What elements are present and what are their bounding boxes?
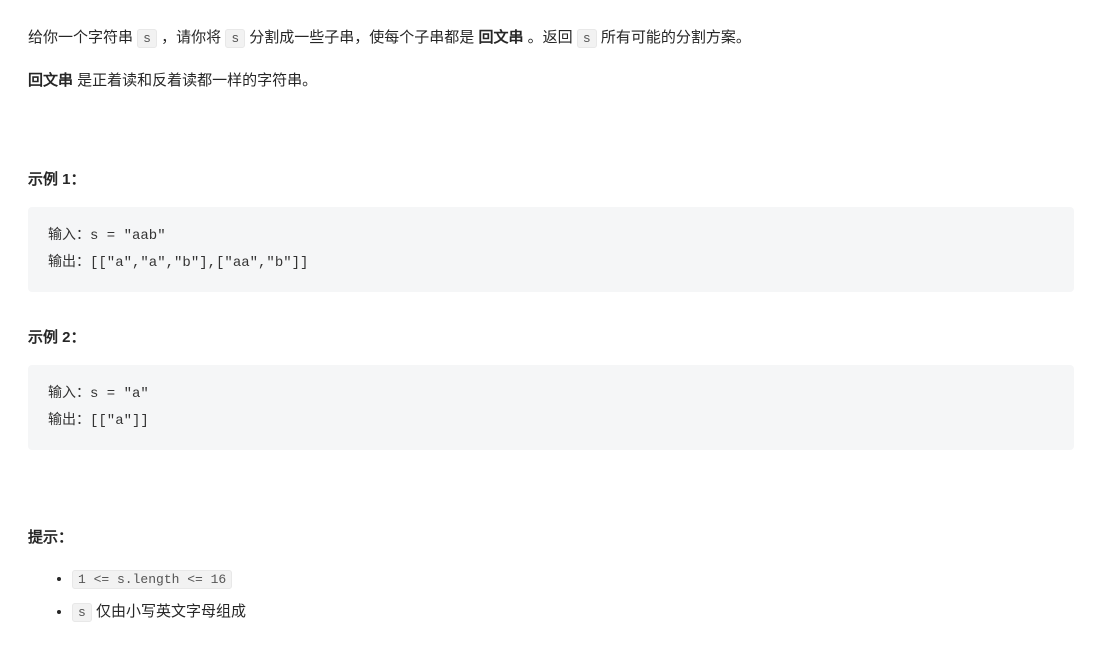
- intro-text-3: 分割成一些子串，使每个子串都是: [245, 29, 478, 46]
- definition-bold: 回文串: [28, 72, 73, 89]
- spacer: [28, 110, 1074, 134]
- constraint-tail: 仅由小写英文字母组成: [92, 603, 246, 620]
- constraint-code: s: [72, 603, 92, 622]
- example-2-heading: 示例 2：: [28, 324, 1074, 351]
- constraint-item: s 仅由小写英文字母组成: [72, 598, 1074, 625]
- constraints-list: 1 <= s.length <= 16 s 仅由小写英文字母组成: [28, 565, 1074, 625]
- constraint-code: 1 <= s.length <= 16: [72, 570, 232, 589]
- constraints-heading: 提示：: [28, 524, 1074, 551]
- code-s-2: s: [225, 29, 245, 48]
- code-s-3: s: [577, 29, 597, 48]
- code-s-1: s: [137, 29, 157, 48]
- palindrome-bold: 回文串: [478, 29, 523, 46]
- example-2-block: 输入：s = "a" 输出：[["a"]]: [28, 365, 1074, 450]
- example-1-block: 输入：s = "aab" 输出：[["a","a","b"],["aa","b"…: [28, 207, 1074, 292]
- intro-text-5: 所有可能的分割方案。: [597, 29, 751, 46]
- constraint-item: 1 <= s.length <= 16: [72, 565, 1074, 592]
- intro-text-1: 给你一个字符串: [28, 29, 137, 46]
- problem-intro: 给你一个字符串 s ，请你将 s 分割成一些子串，使每个子串都是 回文串 。返回…: [28, 24, 1074, 51]
- intro-text-2: ，请你将: [157, 29, 225, 46]
- palindrome-definition: 回文串 是正着读和反着读都一样的字符串。: [28, 67, 1074, 94]
- intro-text-4: 。返回: [524, 29, 577, 46]
- definition-text: 是正着读和反着读都一样的字符串。: [73, 72, 317, 89]
- example-1-heading: 示例 1：: [28, 166, 1074, 193]
- spacer: [28, 468, 1074, 492]
